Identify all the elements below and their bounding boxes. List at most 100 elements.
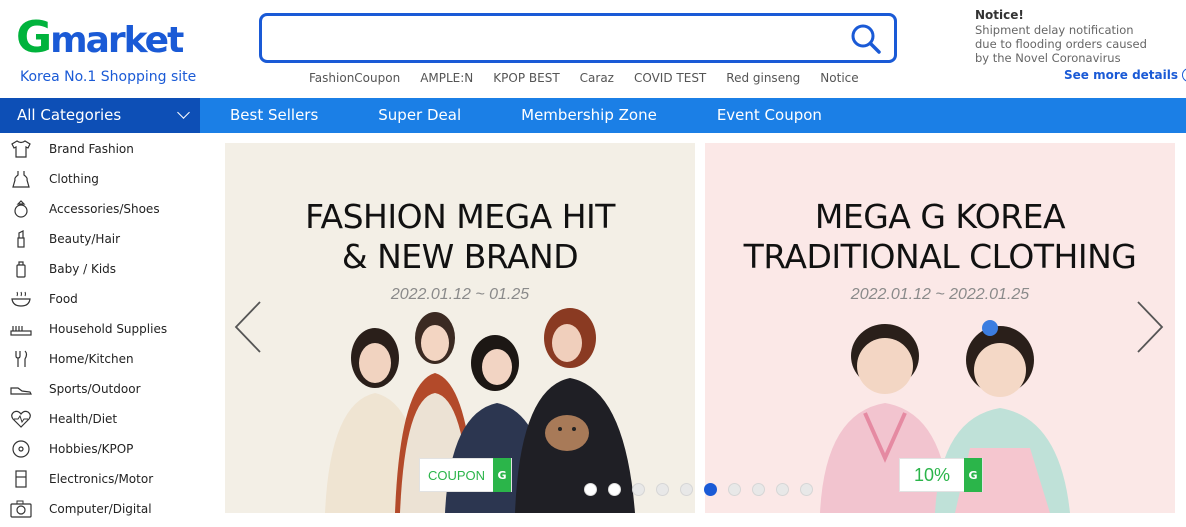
banner-title: FASHION MEGA HIT & NEW BRAND: [225, 197, 695, 277]
appliance-icon: [15, 470, 27, 488]
keyword-link[interactable]: AMPLE:N: [420, 71, 473, 85]
keyword-link[interactable]: COVID TEST: [634, 71, 706, 85]
coupon-badge: COUPON G: [419, 458, 513, 492]
sidebar-item-label: Clothing: [49, 172, 99, 186]
sidebar-item-home-kitchen[interactable]: Home/Kitchen: [0, 344, 200, 374]
keyword-link[interactable]: Caraz: [580, 71, 614, 85]
logo-wordmark: market: [50, 20, 184, 61]
carousel-dot[interactable]: [632, 483, 645, 496]
sidebar-item-label: Home/Kitchen: [49, 352, 134, 366]
sidebar-item-baby-kids[interactable]: Baby / Kids: [0, 254, 200, 284]
bowl-icon: [11, 291, 31, 307]
camera-icon: [10, 500, 32, 518]
sidebar-item-label: Computer/Digital: [49, 502, 152, 516]
banner-title-line: & NEW BRAND: [341, 237, 579, 276]
sidebar-item-food[interactable]: Food: [0, 284, 200, 314]
notice-panel: Notice! Shipment delay notification due …: [975, 8, 1186, 82]
carousel-dot[interactable]: [728, 483, 741, 496]
notice-line: by the Novel Coronavirus: [975, 51, 1121, 65]
sidebar-item-label: Health/Diet: [49, 412, 118, 426]
popular-keywords: FashionCoupon AMPLE:N KPOP BEST Caraz CO…: [309, 71, 859, 85]
carousel-pagination: [584, 483, 813, 496]
coupon-badge-label: COUPON: [428, 467, 486, 483]
promo-banner-fashion[interactable]: FASHION MEGA HIT & NEW BRAND 2022.01.12 …: [225, 143, 695, 513]
banner-title-line: FASHION MEGA HIT: [305, 197, 615, 236]
carousel-dot[interactable]: [704, 483, 717, 496]
sidebar-item-computer-digital[interactable]: Computer/Digital: [0, 494, 200, 524]
sidebar-item-label: Beauty/Hair: [49, 232, 121, 246]
discount-badge: 10% G: [899, 458, 984, 492]
keyword-link[interactable]: KPOP BEST: [493, 71, 559, 85]
all-categories-label: All Categories: [17, 106, 122, 124]
carousel-dot[interactable]: [776, 483, 789, 496]
discount-badge-label: 10%: [914, 464, 951, 485]
carousel-dot[interactable]: [656, 483, 669, 496]
carousel-dot[interactable]: [608, 483, 621, 496]
search-box: [259, 13, 897, 63]
banner-title-line: MEGA G KOREA: [814, 197, 1066, 236]
sidebar-item-label: Brand Fashion: [49, 142, 134, 156]
ring-icon: [14, 200, 28, 218]
notice-line: due to flooding orders caused: [975, 37, 1147, 51]
baby-bottle-icon: [16, 261, 26, 278]
carousel-dot[interactable]: [680, 483, 693, 496]
keyword-link[interactable]: Red ginseng: [726, 71, 800, 85]
g-logo-icon: G: [493, 458, 512, 492]
sidebar-item-accessories-shoes[interactable]: Accessories/Shoes: [0, 194, 200, 224]
sidebar-item-electronics-motor[interactable]: Electronics/Motor: [0, 464, 200, 494]
sidebar-item-label: Hobbies/KPOP: [49, 442, 134, 456]
chevron-left-icon[interactable]: [233, 300, 263, 354]
promo-banner-hanbok[interactable]: MEGA G KOREA TRADITIONAL CLOTHING 2022.0…: [705, 143, 1175, 513]
carousel-dot[interactable]: [800, 483, 813, 496]
lipstick-icon: [17, 230, 25, 248]
banner-title: MEGA G KOREA TRADITIONAL CLOTHING: [705, 197, 1175, 277]
nav-super-deal[interactable]: Super Deal: [378, 98, 461, 133]
sidebar-item-health-diet[interactable]: Health/Diet: [0, 404, 200, 434]
sidebar-item-sports-outdoor[interactable]: Sports/Outdoor: [0, 374, 200, 404]
banner-date: 2022.01.12 ~ 01.25: [390, 286, 530, 303]
all-categories-button[interactable]: All Categories: [0, 98, 200, 133]
sidebar-item-hobbies-kpop[interactable]: Hobbies/KPOP: [0, 434, 200, 464]
sidebar-item-household-supplies[interactable]: Household Supplies: [0, 314, 200, 344]
nav-event-coupon[interactable]: Event Coupon: [717, 98, 822, 133]
sidebar-item-label: Food: [49, 292, 78, 306]
sidebar-item-label: Household Supplies: [49, 322, 168, 336]
gmarket-logo[interactable]: Gmarket: [16, 16, 184, 61]
nav-membership-zone[interactable]: Membership Zone: [521, 98, 657, 133]
keyword-link[interactable]: FashionCoupon: [309, 71, 400, 85]
sidebar-item-label: Accessories/Shoes: [49, 202, 160, 216]
chevron-right-icon[interactable]: [1135, 300, 1165, 354]
sidebar-item-label: Baby / Kids: [49, 262, 117, 276]
sidebar-item-clothing[interactable]: Clothing: [0, 164, 200, 194]
dress-icon: [12, 171, 30, 188]
nav-best-sellers[interactable]: Best Sellers: [230, 98, 318, 133]
record-icon: [12, 440, 30, 458]
sidebar-item-label: Sports/Outdoor: [49, 382, 141, 396]
carousel-dot[interactable]: [584, 483, 597, 496]
shirt-icon: [11, 140, 31, 158]
sidebar-item-beauty-hair[interactable]: Beauty/Hair: [0, 224, 200, 254]
banner-title-line: TRADITIONAL CLOTHING: [743, 237, 1137, 276]
notice-title: Notice!: [975, 8, 1024, 22]
see-more-label: See more details: [1064, 68, 1179, 82]
category-sidebar: Brand Fashion Clothing Accessories/Shoes…: [0, 134, 200, 524]
logo-tagline: Korea No.1 Shopping site: [20, 69, 197, 85]
logo-g-letter: G: [16, 12, 52, 63]
heart-pulse-icon: [11, 410, 31, 428]
carousel-dot[interactable]: [752, 483, 765, 496]
main-nav-bar: All Categories Best Sellers Super Deal M…: [0, 98, 1186, 133]
banner-date: 2022.01.12 ~ 2022.01.25: [850, 286, 1030, 303]
keyword-link[interactable]: Notice: [820, 71, 858, 85]
search-input[interactable]: [272, 24, 842, 52]
sidebar-item-label: Electronics/Motor: [49, 472, 154, 486]
utensils-icon: [15, 350, 28, 367]
search-icon[interactable]: [850, 23, 882, 55]
toothbrush-icon: [10, 326, 32, 336]
see-more-details-link[interactable]: See more details: [1064, 68, 1186, 82]
chevron-down-icon: [177, 106, 190, 119]
sneaker-icon: [10, 387, 32, 395]
chevron-right-circle-icon: [1182, 68, 1186, 82]
sidebar-item-brand-fashion[interactable]: Brand Fashion: [0, 134, 200, 164]
g-logo-icon: G: [964, 458, 983, 492]
notice-line: Shipment delay notification: [975, 23, 1134, 37]
